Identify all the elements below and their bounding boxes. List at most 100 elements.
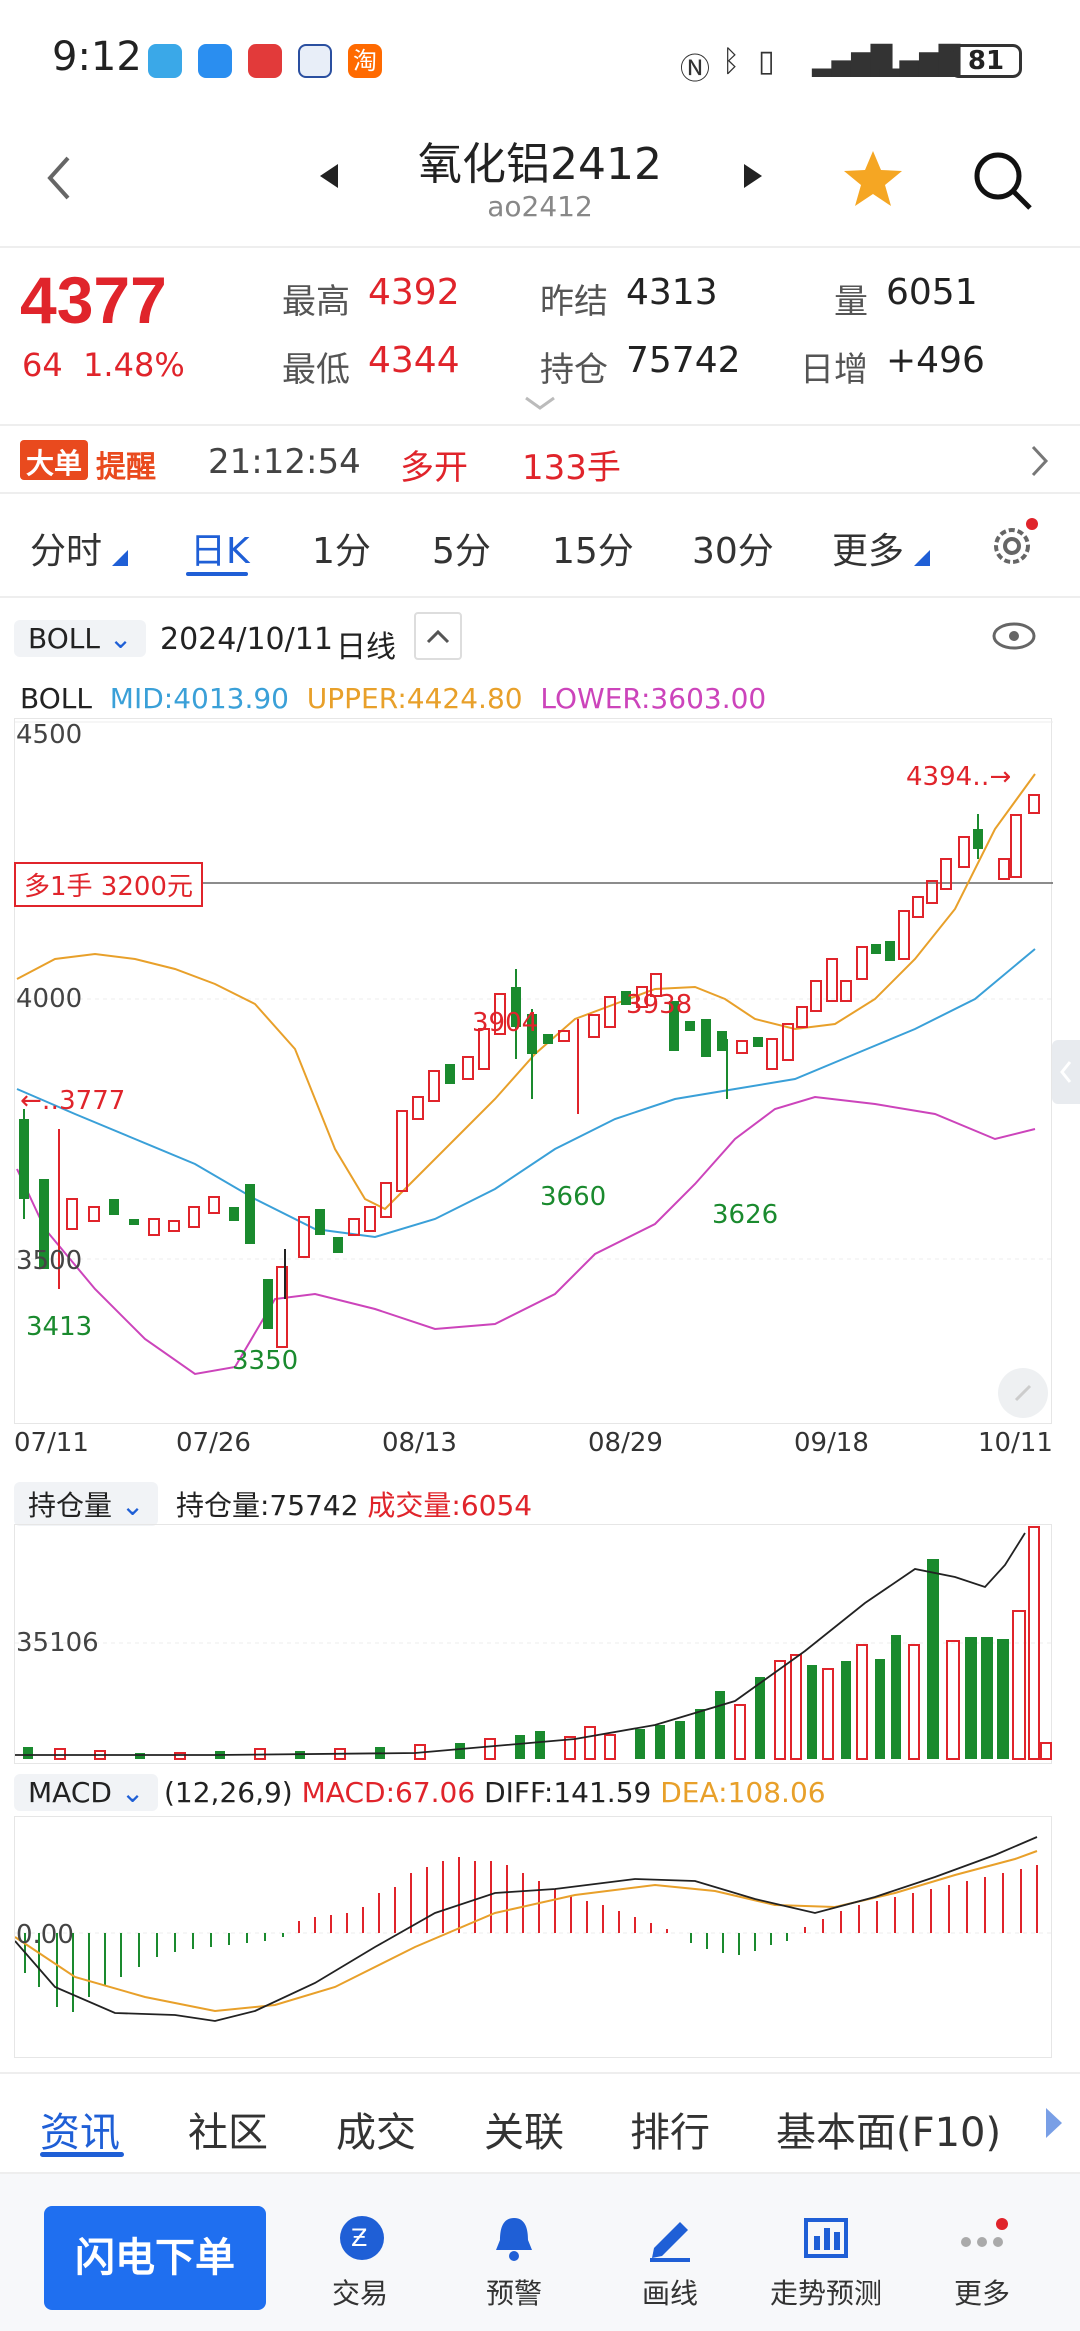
next-contract-button[interactable] [742, 162, 764, 194]
annot-left-arrow: ←‥3777 [20, 1086, 126, 1116]
tab-1min[interactable]: 1分 [312, 522, 371, 574]
price-change: 64 1.48% [22, 346, 185, 384]
tab-5min[interactable]: 5分 [432, 522, 491, 574]
high-value: 4392 [368, 272, 460, 313]
dropdown-corner-icon [914, 550, 930, 566]
collapse-button[interactable] [414, 612, 462, 660]
tab-community[interactable]: 社区 [188, 2100, 268, 2158]
oi-value: 75742 [626, 340, 741, 381]
nav-alert-label: 预警 [485, 2277, 542, 2310]
tab-trades[interactable]: 成交 [336, 2100, 416, 2158]
tab-related[interactable]: 关联 [484, 2100, 564, 2158]
bluetooth-icon: ᛒ [722, 44, 740, 79]
volume-svg [15, 1526, 1053, 1760]
macd-indicator-select[interactable]: MACD ⌄ [14, 1774, 159, 1811]
app-icon-taobao: 淘 [348, 44, 382, 78]
tab-ranking[interactable]: 排行 [630, 2100, 710, 2158]
chevron-down-icon: ⌄ [120, 1489, 145, 1522]
annot-3626: 3626 [712, 1200, 779, 1230]
volume-indicator-select[interactable]: 持仓量 ⌄ [14, 1482, 159, 1526]
divider [0, 492, 1080, 494]
eye-icon [992, 622, 1036, 650]
search-button[interactable] [972, 150, 1034, 216]
date-tick: 07/26 [176, 1428, 251, 1458]
boll-upper: UPPER:4424.80 [306, 682, 523, 715]
tab-timeshare[interactable]: 分时 [30, 522, 102, 574]
chevron-down-icon: ⌄ [108, 622, 133, 655]
tab-more[interactable]: 更多 [832, 522, 904, 574]
indicator-select[interactable]: BOLL ⌄ [14, 620, 147, 657]
boll-legend: BOLL MID:4013.90 UPPER:4424.80 LOWER:360… [20, 682, 766, 715]
position-tag[interactable]: 多1手 3200元 [14, 862, 203, 907]
nfc-icon: Ⓝ [680, 52, 710, 87]
chevron-left-icon [1060, 1061, 1072, 1083]
chevron-right-icon [1031, 445, 1049, 477]
date-axis: 07/11 07/26 08/13 08/29 09/18 10/11 [14, 1428, 1053, 1464]
quick-order-button[interactable]: 闪电下单 [44, 2206, 266, 2310]
contract-code: ao2412 [487, 190, 593, 223]
app-icon-chat [198, 44, 232, 78]
price-axis-low: 3500 [16, 1246, 83, 1276]
tab-30min[interactable]: 30分 [692, 522, 774, 574]
tab-15min[interactable]: 15分 [552, 522, 634, 574]
fullscreen-button[interactable] [998, 1368, 1048, 1418]
toggle-visibility-button[interactable] [990, 618, 1038, 658]
app-icon-weather [148, 44, 182, 78]
annot-3904: 3904 [472, 1008, 539, 1038]
vibrate-icon: ▯ [758, 44, 775, 79]
vol-text: 成交量:6054 [367, 1489, 533, 1522]
pencil-icon [650, 2222, 690, 2262]
alert-action: 多开 [400, 448, 468, 488]
bottom-tab-indicator [40, 2152, 124, 2157]
divider [0, 246, 1080, 248]
boll-name: BOLL [20, 682, 92, 715]
vol-label: 量 [834, 282, 868, 322]
battery-icon: 81 [950, 44, 1022, 78]
signal-icon: ▂▄▆█ [812, 44, 892, 77]
kline-chart[interactable] [14, 718, 1073, 1424]
daily-label: 日增 [800, 350, 868, 390]
macd-params: (12,26,9) [164, 1776, 293, 1809]
tab-daily-k[interactable]: 日K [190, 522, 250, 574]
volume-indicator-label: 持仓量 [28, 1489, 113, 1522]
favorite-button[interactable] [842, 148, 904, 214]
tab-news[interactable]: 资讯 [40, 2100, 120, 2158]
prev-value: 4313 [626, 272, 718, 313]
chart-book-icon [804, 2218, 848, 2258]
annot-3350: 3350 [232, 1346, 299, 1376]
dropdown-corner-icon [112, 550, 128, 566]
boll-lower: LOWER:3603.00 [540, 682, 767, 715]
chevron-up-icon [426, 629, 450, 644]
oi-text: 持仓量:75742 [176, 1489, 359, 1522]
expand-quote-button[interactable] [524, 396, 556, 416]
app-icon-bank [298, 44, 332, 78]
date-tick: 09/18 [794, 1428, 869, 1458]
dea-value: DEA:108.06 [660, 1776, 826, 1809]
expand-icon [1014, 1384, 1032, 1402]
nav-trade-label: 交易 [331, 2277, 388, 2310]
chart-settings-button[interactable] [986, 516, 1040, 574]
volume-legend: 持仓量:75742 成交量:6054 [176, 1484, 532, 1524]
low-value: 4344 [368, 340, 460, 381]
clock: 9:12 [52, 34, 142, 80]
price-axis-top: 4500 [16, 720, 83, 750]
side-drawer-handle[interactable] [1052, 1040, 1080, 1104]
alert-time: 21:12:54 [208, 442, 361, 482]
tab-fundamentals[interactable]: 基本面(F10) [776, 2100, 1001, 2158]
divider [0, 596, 1080, 598]
oi-label: 持仓 [540, 350, 608, 390]
gear-icon [994, 518, 1038, 564]
trade-icon: Ƶ [340, 2216, 384, 2260]
volume-chart [14, 1524, 1053, 1764]
chevron-down-icon [525, 396, 555, 410]
triangle-right-icon [744, 164, 762, 188]
page-title: 氧化铝2412 [418, 139, 662, 190]
macd-legend: (12,26,9) MACD:67.06 DIFF:141.59 DEA:108… [164, 1776, 826, 1809]
svg-text:Ƶ: Ƶ [351, 2224, 367, 2252]
big-order-alert-row[interactable]: 大单 提醒 21:12:54 多开 133手 [0, 428, 1080, 490]
alert-qty: 133手 [522, 448, 621, 488]
macd-value: MACD:67.06 [301, 1776, 476, 1809]
date-tick: 07/11 [14, 1428, 89, 1458]
search-icon [974, 152, 1032, 210]
alert-badge-a: 大单 [20, 440, 89, 480]
